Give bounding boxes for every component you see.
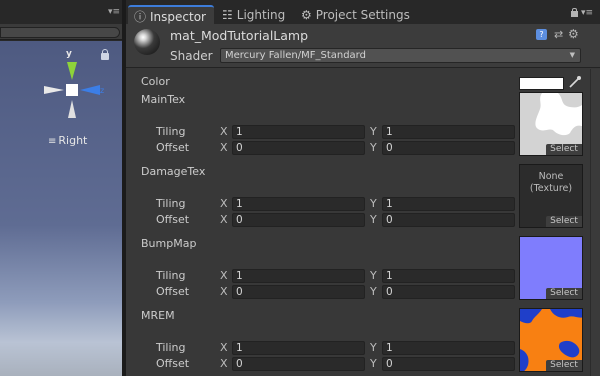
tab-project-settings[interactable]: ⚙ Project Settings xyxy=(301,5,410,24)
gizmo-neg-z-cone xyxy=(44,86,64,94)
gizmo-y-cone xyxy=(67,62,77,80)
shader-label: Shader xyxy=(170,49,213,63)
color-swatch[interactable] xyxy=(519,77,564,90)
lock-icon[interactable] xyxy=(571,8,578,17)
lighting-icon: ☷ xyxy=(222,8,233,22)
axis-x-label: X xyxy=(220,141,228,154)
orientation-text: Right xyxy=(58,134,88,147)
axis-x-label: X xyxy=(220,285,228,298)
dropdown-arrow-icon: ▼ xyxy=(569,51,575,59)
info-icon: ⓘ xyxy=(134,10,147,24)
texture-label-damagetex: DamageTex xyxy=(141,165,206,178)
axis-y-label: Y xyxy=(370,269,377,282)
none-texture-text: None (Texture) xyxy=(520,171,582,195)
inspector-panel: ⓘ Inspector ☷ Lighting ⚙ Project Settings ▾… xyxy=(126,0,600,376)
tab-lighting[interactable]: ☷ Lighting xyxy=(222,5,285,24)
bumpmap-tiling-x-field[interactable]: 1 xyxy=(232,269,365,283)
axis-y-label: Y xyxy=(370,197,377,210)
offset-label: Offset xyxy=(156,285,190,298)
maintex-offset-x-field[interactable]: 0 xyxy=(232,141,365,155)
texture-label-bumpmap: BumpMap xyxy=(141,237,197,250)
gear-icon: ⚙ xyxy=(301,8,312,22)
tab-label: Lighting xyxy=(236,8,286,22)
damagetex-tiling-x-field[interactable]: 1 xyxy=(232,197,365,211)
color-label: Color xyxy=(141,75,170,88)
settings-gear-icon[interactable]: ⚙ xyxy=(568,27,579,41)
scene-orientation-label[interactable]: ≡ Right xyxy=(48,134,87,147)
axis-x-label: X xyxy=(220,357,228,370)
damagetex-texture-slot[interactable]: None (Texture) Select xyxy=(519,164,583,228)
axis-x-label: X xyxy=(220,197,228,210)
inspector-tab-bar: ⓘ Inspector ☷ Lighting ⚙ Project Settings ▾… xyxy=(126,0,600,24)
shader-dropdown[interactable]: Mercury Fallen/MF_Standard ▼ xyxy=(220,48,581,63)
axis-y-label: Y xyxy=(370,285,377,298)
damagetex-offset-x-field[interactable]: 0 xyxy=(232,213,365,227)
gizmo-z-cone xyxy=(80,85,100,95)
gizmo-center-cube[interactable] xyxy=(66,84,78,96)
scene-toolbar xyxy=(0,24,122,40)
tiling-label: Tiling xyxy=(156,125,186,138)
damagetex-offset-y-field[interactable]: 0 xyxy=(382,213,515,227)
bumpmap-tiling-y-field[interactable]: 1 xyxy=(382,269,515,283)
bumpmap-texture-slot[interactable]: Select xyxy=(519,236,583,300)
mrem-offset-y-field[interactable]: 0 xyxy=(382,357,515,371)
none-line: None xyxy=(538,171,564,182)
panel-menu-icon[interactable]: ▾≡ xyxy=(581,8,593,18)
select-button[interactable]: Select xyxy=(546,144,582,155)
axis-x-label: X xyxy=(220,269,228,282)
panel-menu-icon[interactable]: ▾≡ xyxy=(108,7,120,17)
bumpmap-offset-y-field[interactable]: 0 xyxy=(382,285,515,299)
tab-label: Project Settings xyxy=(315,8,410,22)
offset-label: Offset xyxy=(156,357,190,370)
help-icon[interactable]: ? xyxy=(536,29,547,40)
material-preview-icon xyxy=(134,29,160,55)
maintex-tiling-y-field[interactable]: 1 xyxy=(382,125,515,139)
damagetex-tiling-y-field[interactable]: 1 xyxy=(382,197,515,211)
eyedropper-glyph xyxy=(569,76,581,88)
axis-y-label: Y xyxy=(370,341,377,354)
eyedropper-icon[interactable] xyxy=(568,75,584,91)
select-button[interactable]: Select xyxy=(546,288,582,299)
select-button[interactable]: Select xyxy=(546,216,582,227)
select-button[interactable]: Select xyxy=(546,360,582,371)
scene-view[interactable]: ▾≡ y z ≡ Right xyxy=(0,0,122,376)
tiling-label: Tiling xyxy=(156,269,186,282)
mrem-tiling-y-field[interactable]: 1 xyxy=(382,341,515,355)
axis-x-label: X xyxy=(220,341,228,354)
material-properties: Color MainTex Tiling Offset X Y X Y 1 1 … xyxy=(126,69,600,376)
mrem-offset-x-field[interactable]: 0 xyxy=(232,357,365,371)
scene-tab-bar: ▾≡ xyxy=(0,0,122,24)
axis-x-label: X xyxy=(220,213,228,226)
material-name: mat_ModTutorialLamp xyxy=(170,28,309,43)
gizmo-z-letter: z xyxy=(100,86,104,95)
orientation-gizmo[interactable]: y z xyxy=(42,46,106,124)
material-header: mat_ModTutorialLamp ? ⇄ ⚙ Shader Mercury… xyxy=(126,24,600,68)
offset-label: Offset xyxy=(156,141,190,154)
axis-x-label: X xyxy=(220,125,228,138)
maintex-offset-y-field[interactable]: 0 xyxy=(382,141,515,155)
texture-label-mrem: MREM xyxy=(141,309,175,322)
tab-inspector[interactable]: ⓘ Inspector xyxy=(128,5,214,24)
bumpmap-offset-x-field[interactable]: 0 xyxy=(232,285,365,299)
offset-label: Offset xyxy=(156,213,190,226)
maintex-texture-slot[interactable]: Select xyxy=(519,92,583,156)
tiling-label: Tiling xyxy=(156,197,186,210)
maintex-tiling-x-field[interactable]: 1 xyxy=(232,125,365,139)
axis-y-label: Y xyxy=(370,357,377,370)
texture-line: (Texture) xyxy=(529,183,573,194)
texture-label-maintex: MainTex xyxy=(141,93,186,106)
tab-label: Inspector xyxy=(150,10,206,24)
gizmo-neg-y-cone xyxy=(68,100,76,118)
axis-y-label: Y xyxy=(370,213,377,226)
preset-icon[interactable]: ⇄ xyxy=(554,28,563,41)
tiling-label: Tiling xyxy=(156,341,186,354)
axis-y-label: Y xyxy=(370,125,377,138)
mrem-tiling-x-field[interactable]: 1 xyxy=(232,341,365,355)
mrem-texture-slot[interactable]: Select xyxy=(519,308,583,372)
scene-search-field[interactable] xyxy=(0,27,120,38)
inspector-scrollbar[interactable] xyxy=(590,69,600,376)
shader-value: Mercury Fallen/MF_Standard xyxy=(225,50,366,61)
axis-y-label: Y xyxy=(370,141,377,154)
hamburger-icon: ≡ xyxy=(48,136,57,147)
